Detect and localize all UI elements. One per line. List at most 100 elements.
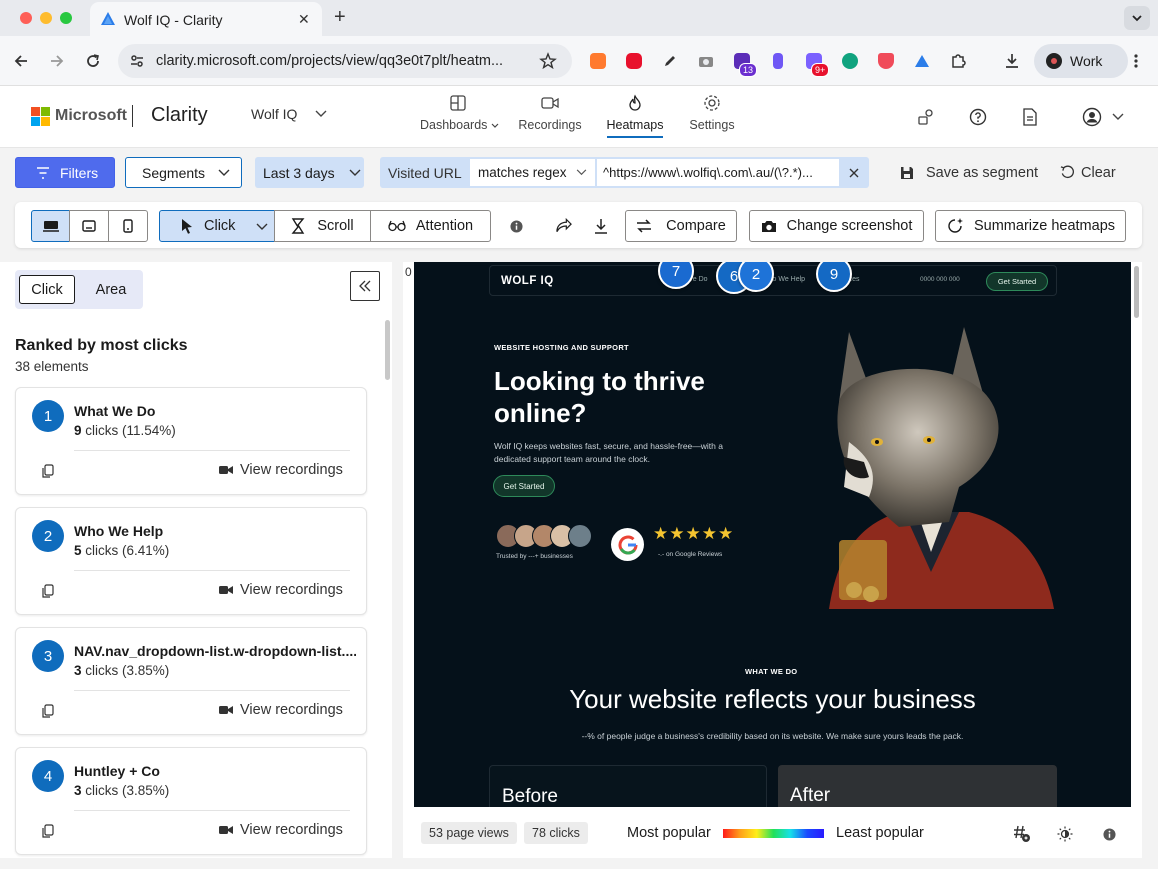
nav-label: Dashboards: [420, 118, 488, 132]
shield-extension-icon[interactable]: [878, 53, 894, 69]
profile-button[interactable]: Work: [1034, 44, 1128, 78]
copy-icon[interactable]: [42, 464, 54, 478]
copy-icon[interactable]: [42, 824, 54, 838]
element-clicks: 3 clicks (3.85%): [74, 663, 170, 678]
remove-filter-icon[interactable]: [849, 168, 859, 178]
nav-settings[interactable]: Settings: [688, 94, 736, 132]
segments-dropdown[interactable]: Segments: [125, 157, 242, 188]
brightness-icon[interactable]: [1057, 826, 1073, 842]
nav-heatmaps[interactable]: Heatmaps: [604, 94, 666, 138]
new-tab-icon[interactable]: +: [334, 6, 346, 29]
browser-tab[interactable]: Wolf IQ - Clarity ✕: [90, 2, 322, 36]
clear-button[interactable]: Clear: [1060, 157, 1116, 188]
save-icon: [901, 166, 913, 179]
desktop-view-button[interactable]: [31, 210, 70, 242]
view-recordings-link[interactable]: View recordings: [218, 702, 343, 718]
list-item[interactable]: 1 What We Do 9 clicks (11.54%) View reco…: [15, 387, 367, 495]
project-selector[interactable]: Wolf IQ: [251, 106, 327, 122]
tablet-view-button[interactable]: [69, 210, 109, 242]
document-icon[interactable]: [1022, 108, 1038, 126]
section-subtext: --% of people judge a business's credibi…: [581, 731, 964, 741]
element-name: Who We Help: [74, 523, 164, 539]
copy-icon[interactable]: [42, 704, 54, 718]
youtube-extension-icon[interactable]: [626, 53, 642, 69]
nav-recordings[interactable]: Recordings: [518, 94, 582, 132]
heatmap-scrollbar[interactable]: [1134, 266, 1139, 318]
least-popular-label: Least popular: [836, 825, 924, 841]
view-recordings-link[interactable]: View recordings: [218, 582, 343, 598]
chevron-down-icon: [1112, 113, 1124, 120]
element-clicks: 9 clicks (11.54%): [74, 423, 176, 438]
reload-icon[interactable]: [85, 53, 101, 69]
collapse-panel-button[interactable]: [350, 271, 380, 301]
chat-extension-icon[interactable]: [842, 53, 858, 69]
ranked-elements-panel: Click Area Ranked by most clicks 38 elem…: [0, 262, 392, 858]
feedback-icon[interactable]: [917, 108, 935, 126]
pen-extension-icon[interactable]: [662, 53, 678, 69]
camera-extension-icon[interactable]: [698, 53, 714, 69]
review-stars: ★★★★★: [653, 524, 735, 543]
site-nav-cta: Get Started: [986, 272, 1048, 291]
google-logo-icon: [618, 535, 637, 554]
download-icon[interactable]: [1004, 53, 1020, 69]
summarize-heatmaps-button[interactable]: Summarize heatmaps: [935, 210, 1126, 242]
puzzle-extensions-icon[interactable]: [950, 53, 966, 69]
numbered-markers-icon[interactable]: [1013, 825, 1031, 843]
minimize-window-button[interactable]: [40, 12, 52, 24]
download-icon[interactable]: [594, 218, 608, 234]
chevron-down-icon: [218, 169, 230, 176]
element-name: What We Do: [74, 403, 156, 419]
microsoft-logo-icon: [31, 107, 50, 126]
regex-input[interactable]: ^https://www\.wolfiq\.com\.au/(\?.*)...: [597, 159, 839, 186]
date-range-dropdown[interactable]: Last 3 days: [255, 157, 364, 188]
video-icon: [541, 97, 559, 109]
filters-button[interactable]: Filters: [15, 157, 115, 188]
view-recordings-link[interactable]: View recordings: [218, 822, 343, 838]
tab-search-button[interactable]: [1124, 6, 1150, 30]
list-item[interactable]: 2 Who We Help 5 clicks (6.41%) View reco…: [15, 507, 367, 615]
help-icon[interactable]: [969, 108, 987, 126]
bookmark-star-icon[interactable]: [539, 52, 557, 70]
address-bar[interactable]: clarity.microsoft.com/projects/view/qq3e…: [118, 44, 572, 78]
doc-extension-icon[interactable]: [773, 53, 783, 69]
attention-heatmap-button[interactable]: Attention: [370, 210, 491, 242]
site-phone: 0000 000 000: [920, 276, 960, 283]
list-item[interactable]: 3 NAV.nav_dropdown-list.w-dropdown-list.…: [15, 627, 367, 735]
page-screenshot[interactable]: WOLF IQ What We Do Who We Help Resources…: [414, 262, 1131, 807]
area-mode-tab[interactable]: Area: [83, 275, 139, 304]
maximize-window-button[interactable]: [60, 12, 72, 24]
mobile-view-button[interactable]: [108, 210, 148, 242]
forward-arrow-icon[interactable]: [49, 53, 65, 69]
operator-dropdown[interactable]: matches regex: [470, 159, 595, 186]
back-arrow-icon[interactable]: [13, 53, 29, 69]
compare-button[interactable]: Compare: [625, 210, 737, 242]
hubspot-extension-icon[interactable]: [590, 53, 606, 69]
drive-extension-icon[interactable]: [914, 53, 930, 69]
glasses-icon: [388, 220, 406, 232]
change-screenshot-button[interactable]: Change screenshot: [749, 210, 924, 242]
account-menu[interactable]: [1082, 107, 1124, 127]
chevron-down-icon: [315, 110, 327, 117]
customer-avatars: [496, 524, 592, 548]
save-as-segment-button[interactable]: Save as segment: [900, 157, 1038, 188]
nav-dashboards[interactable]: Dashboards: [420, 94, 499, 132]
url-filter-chip: Visited URL matches regex ^https://www\.…: [380, 157, 869, 188]
info-icon[interactable]: [510, 220, 523, 233]
scroll-heatmap-button[interactable]: Scroll: [274, 210, 371, 242]
copy-icon[interactable]: [42, 584, 54, 598]
click-heatmap-button[interactable]: Click: [159, 210, 275, 242]
user-avatar-icon: [1082, 107, 1102, 127]
google-badge: [611, 528, 644, 561]
list-item[interactable]: 4 Huntley + Co 3 clicks (3.85%) View rec…: [15, 747, 367, 855]
tablet-icon: [82, 220, 96, 232]
close-window-button[interactable]: [20, 12, 32, 24]
click-mode-tab[interactable]: Click: [19, 275, 75, 304]
more-options-icon[interactable]: [1129, 53, 1143, 69]
panel-scrollbar[interactable]: [385, 320, 390, 380]
site-settings-icon[interactable]: [129, 53, 145, 69]
hero-cta: Get Started: [493, 475, 555, 497]
share-icon[interactable]: [555, 218, 572, 234]
info-icon[interactable]: [1103, 828, 1116, 841]
close-tab-icon[interactable]: ✕: [298, 11, 310, 28]
view-recordings-link[interactable]: View recordings: [218, 462, 343, 478]
